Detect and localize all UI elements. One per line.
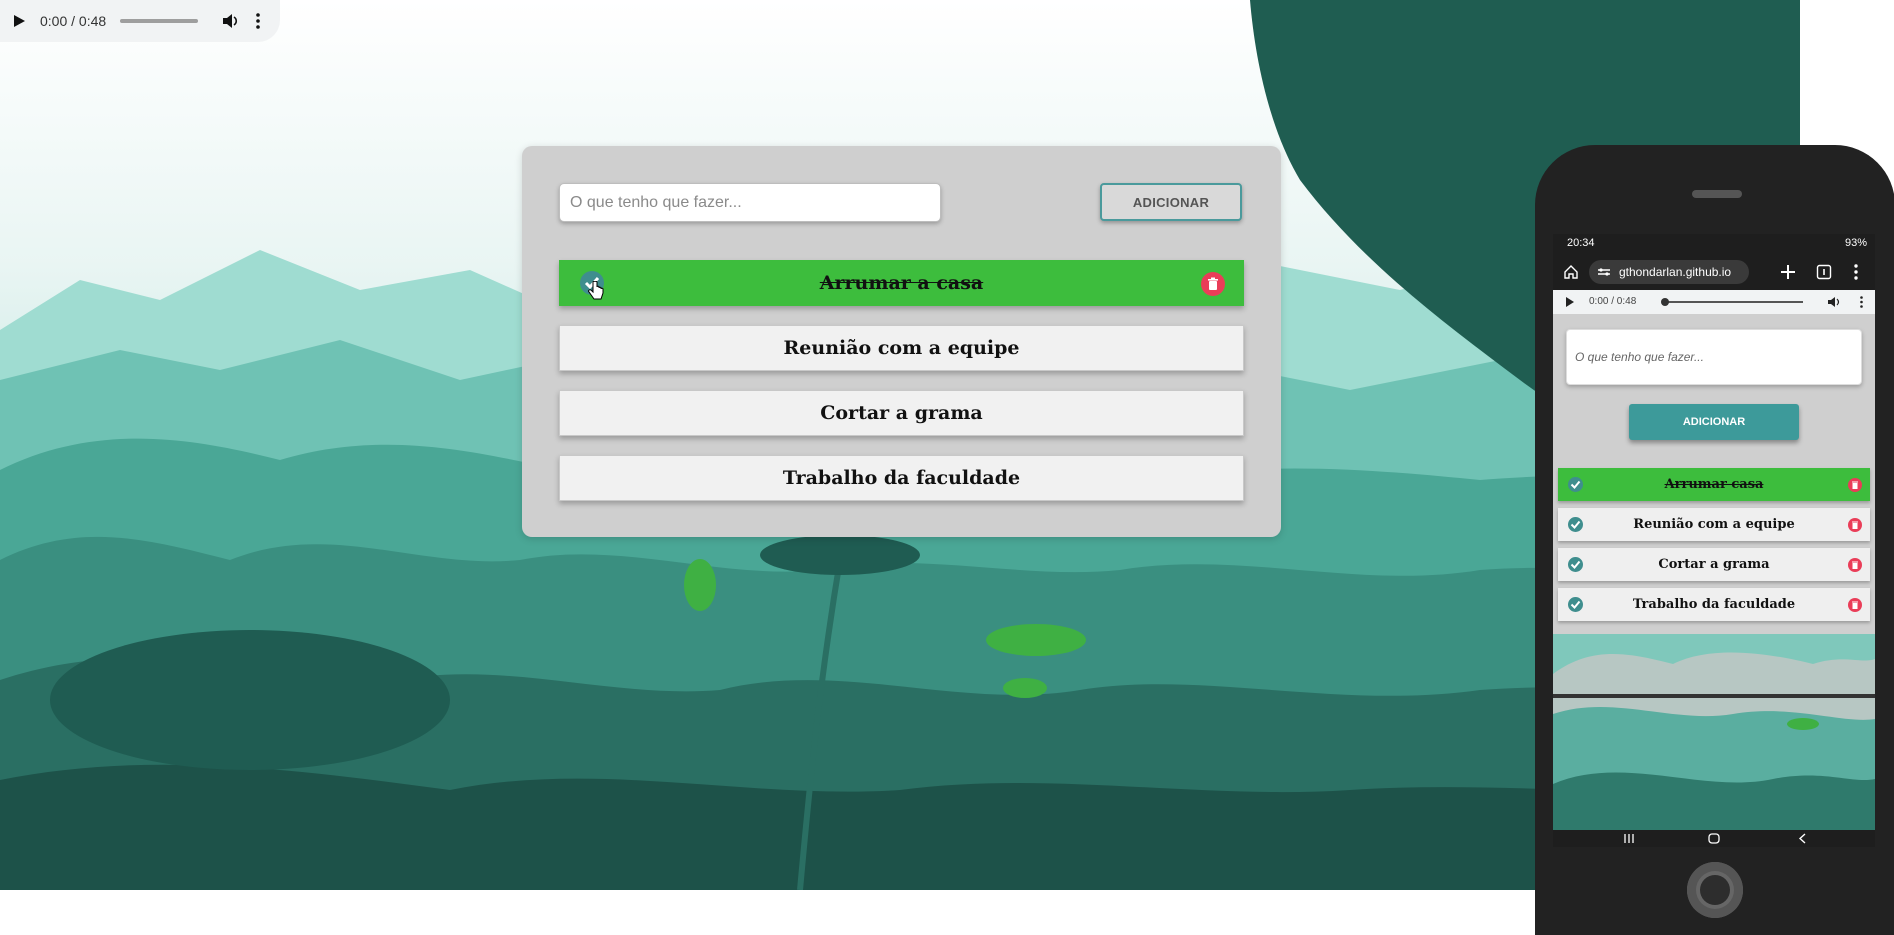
hand-cursor-icon xyxy=(588,281,604,300)
check-icon[interactable] xyxy=(1568,597,1583,612)
check-icon[interactable] xyxy=(1568,517,1583,532)
home-icon[interactable] xyxy=(1563,264,1579,280)
trash-icon[interactable] xyxy=(1848,558,1862,572)
trash-icon[interactable] xyxy=(1848,478,1862,492)
phone-task-text: Reunião com a equipe xyxy=(1633,517,1795,532)
task-text: Arrumar a casa xyxy=(819,272,984,294)
task-item[interactable]: Cortar a grama xyxy=(559,390,1244,436)
todo-card: ADICIONAR Arrumar a casa Reunião com a e… xyxy=(522,146,1281,537)
trash-icon[interactable] xyxy=(1848,598,1862,612)
volume-icon[interactable] xyxy=(222,13,240,29)
home-button-icon[interactable] xyxy=(1708,833,1720,844)
android-nav-bar xyxy=(1553,830,1875,847)
phone-home-button[interactable] xyxy=(1687,862,1743,918)
url-bar[interactable]: gthondarlan.github.io xyxy=(1589,260,1749,284)
phone-task-input[interactable] xyxy=(1566,329,1862,385)
audio-time: 0:00 / 0:48 xyxy=(40,13,107,29)
audio-seek-bar[interactable] xyxy=(120,19,199,23)
volume-icon[interactable] xyxy=(1828,296,1840,308)
play-icon[interactable] xyxy=(1565,297,1574,307)
task-input[interactable] xyxy=(559,183,941,222)
task-item[interactable]: Arrumar a casa xyxy=(559,260,1244,306)
task-item[interactable]: Trabalho da faculdade xyxy=(559,455,1244,501)
more-vert-icon[interactable] xyxy=(1854,264,1858,280)
task-list: Arrumar a casa Reunião com a equipe Cort… xyxy=(559,260,1244,520)
phone-task-item[interactable]: Reunião com a equipe xyxy=(1558,508,1870,541)
phone-task-list: Arrumar casa Reunião com a equipe Cortar… xyxy=(1558,468,1870,628)
recent-apps-icon[interactable] xyxy=(1623,833,1635,844)
audio-player: 0:00 / 0:48 xyxy=(0,0,280,42)
phone-task-item[interactable]: Cortar a grama xyxy=(1558,548,1870,581)
browser-toolbar: gthondarlan.github.io xyxy=(1553,254,1875,290)
play-icon[interactable] xyxy=(12,14,26,28)
phone-task-text: Arrumar casa xyxy=(1664,477,1764,492)
task-text: Trabalho da faculdade xyxy=(782,467,1021,489)
task-item[interactable]: Reunião com a equipe xyxy=(559,325,1244,371)
plus-icon[interactable] xyxy=(1779,263,1797,281)
phone-task-text: Cortar a grama xyxy=(1658,557,1770,572)
phone-audio-time: 0:00 / 0:48 xyxy=(1589,296,1637,307)
status-bar: 20:34 93% xyxy=(1553,234,1875,254)
check-icon[interactable] xyxy=(1568,477,1583,492)
phone-task-text: Trabalho da faculdade xyxy=(1632,597,1796,612)
status-battery: 93% xyxy=(1844,237,1867,249)
phone-add-task-button[interactable]: ADICIONAR xyxy=(1629,404,1799,440)
task-text: Reunião com a equipe xyxy=(783,337,1020,359)
phone-task-item[interactable]: Trabalho da faculdade xyxy=(1558,588,1870,621)
phone-task-item[interactable]: Arrumar casa xyxy=(1558,468,1870,501)
site-settings-icon[interactable] xyxy=(1597,267,1611,277)
more-vert-icon[interactable] xyxy=(256,13,260,29)
check-icon[interactable] xyxy=(1568,557,1583,572)
phone-audio-player: 0:00 / 0:48 xyxy=(1553,290,1875,314)
phone-screen: 20:34 93% gthondarlan.github.io 0:00 / 0… xyxy=(1553,234,1875,847)
back-icon[interactable] xyxy=(1798,833,1806,844)
task-text: Cortar a grama xyxy=(820,402,983,424)
trash-icon[interactable] xyxy=(1201,272,1225,296)
trash-icon[interactable] xyxy=(1848,518,1862,532)
phone-audio-seek-bar[interactable] xyxy=(1663,301,1803,303)
phone-audio-seek-knob[interactable] xyxy=(1661,298,1669,306)
add-task-button[interactable]: ADICIONAR xyxy=(1100,183,1242,221)
more-vert-icon[interactable] xyxy=(1860,296,1863,308)
status-time: 20:34 xyxy=(1567,237,1595,249)
phone-rainforest-background xyxy=(1553,634,1875,830)
tabs-icon[interactable] xyxy=(1816,264,1832,280)
phone-mockup: 20:34 93% gthondarlan.github.io 0:00 / 0… xyxy=(1535,145,1894,935)
phone-speaker xyxy=(1692,190,1742,198)
url-text: gthondarlan.github.io xyxy=(1619,265,1732,279)
